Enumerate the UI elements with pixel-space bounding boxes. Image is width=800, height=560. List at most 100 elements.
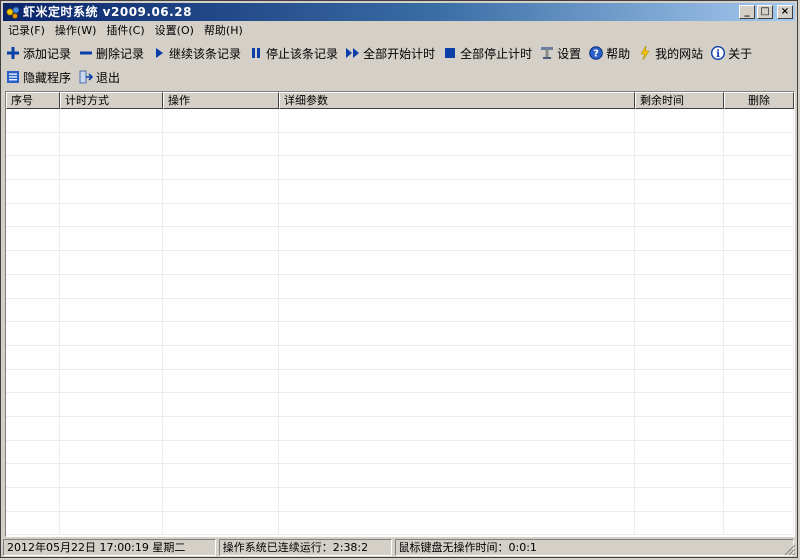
resize-grip-icon[interactable]	[784, 544, 796, 556]
list-empty-cell	[60, 393, 163, 416]
list-empty-cell	[163, 345, 279, 369]
column-header-action[interactable]: 操作	[163, 92, 279, 109]
list-empty-cell	[635, 180, 724, 203]
pause-icon	[249, 46, 263, 60]
list-empty-cell	[635, 109, 724, 132]
list-empty-cell	[279, 251, 635, 274]
list-empty-cell	[6, 511, 60, 535]
menu-settings[interactable]: 设置(O)	[150, 22, 199, 40]
list-empty-cell	[6, 322, 60, 345]
list-empty-cell	[724, 345, 794, 369]
menu-operation[interactable]: 操作(W)	[50, 22, 101, 40]
list-empty-cell	[6, 464, 60, 487]
status-datetime: 2012年05月22日 17:00:19 星期二	[3, 539, 216, 556]
add-record-button[interactable]: 添加记录	[3, 43, 74, 63]
list-empty-cell	[279, 156, 635, 180]
list-empty-cell	[163, 251, 279, 274]
list-empty-cell	[163, 416, 279, 440]
list-empty-cell	[635, 274, 724, 298]
list-empty-cell	[724, 274, 794, 298]
help-label: 帮助	[606, 46, 631, 61]
list-empty-cell	[6, 345, 60, 369]
minus-icon	[79, 46, 93, 60]
plus-icon	[6, 46, 20, 60]
list-empty-cell	[279, 274, 635, 298]
menu-plugin[interactable]: 插件(C)	[101, 22, 149, 40]
main-window: 虾米定时系统 v2009.06.28 _ □ × 记录(F) 操作(W) 插件(…	[0, 0, 798, 558]
column-header-remaining-time[interactable]: 剩余时间	[635, 92, 724, 109]
list-empty-row	[6, 298, 794, 323]
list-empty-row	[6, 180, 794, 204]
list-empty-cell	[163, 511, 279, 535]
lightning-icon	[638, 46, 652, 60]
list-empty-cell	[724, 511, 794, 535]
settings-icon	[540, 46, 554, 60]
list-empty-row	[6, 227, 794, 252]
list-empty-cell	[163, 132, 279, 156]
list-empty-cell	[635, 322, 724, 345]
help-button[interactable]: ? 帮助	[586, 43, 633, 63]
list-empty-cell	[279, 511, 635, 535]
list-empty-cell	[6, 416, 60, 440]
list-empty-cell	[6, 203, 60, 227]
list-empty-cell	[724, 322, 794, 345]
list-empty-cell	[724, 369, 794, 393]
list-empty-cell	[724, 251, 794, 274]
list-empty-cell	[6, 369, 60, 393]
start-all-label: 全部开始计时	[363, 46, 436, 61]
list-empty-cell	[635, 369, 724, 393]
list-empty-cell	[60, 298, 163, 322]
list-empty-cell	[60, 416, 163, 440]
list-empty-cell	[635, 345, 724, 369]
list-empty-cell	[635, 416, 724, 440]
column-header-timing-mode[interactable]: 计时方式	[60, 92, 163, 109]
menu-help[interactable]: 帮助(H)	[199, 22, 248, 40]
list-body	[6, 109, 794, 536]
list-empty-cell	[279, 203, 635, 227]
list-empty-cell	[724, 488, 794, 511]
record-list[interactable]: 序号 计时方式 操作 详细参数 剩余时间 删除	[5, 91, 795, 537]
start-all-button[interactable]: 全部开始计时	[343, 43, 438, 63]
list-empty-cell	[163, 180, 279, 203]
list-empty-cell	[6, 156, 60, 180]
list-empty-cell	[635, 203, 724, 227]
list-empty-cell	[6, 440, 60, 464]
list-empty-row	[6, 322, 794, 346]
list-empty-row	[6, 203, 794, 228]
column-header-index[interactable]: 序号	[6, 92, 60, 109]
app-icon	[6, 6, 20, 19]
maximize-button[interactable]: □	[757, 5, 773, 19]
list-empty-cell	[163, 369, 279, 393]
delete-record-button[interactable]: 删除记录	[76, 43, 147, 63]
list-empty-row	[6, 132, 794, 157]
list-header: 序号 计时方式 操作 详细参数 剩余时间 删除	[6, 92, 794, 109]
close-button[interactable]: ×	[777, 5, 793, 19]
column-header-details[interactable]: 详细参数	[279, 92, 635, 109]
list-empty-cell	[163, 109, 279, 132]
main-toolbar: 添加记录 删除记录 继续该条记录 停止该条记录 全部开始计时 全部停止计时 设置…	[3, 42, 797, 64]
stop-all-button[interactable]: 全部停止计时	[440, 43, 535, 63]
title-bar[interactable]: 虾米定时系统 v2009.06.28 _ □ ×	[3, 3, 795, 21]
list-empty-cell	[279, 298, 635, 322]
list-empty-cell	[60, 156, 163, 180]
list-empty-cell	[635, 227, 724, 251]
list-empty-cell	[6, 227, 60, 251]
exit-button[interactable]: 退出	[76, 67, 123, 87]
about-button[interactable]: i 关于	[708, 43, 755, 63]
list-empty-cell	[279, 416, 635, 440]
continue-record-button[interactable]: 继续该条记录	[149, 43, 244, 63]
column-header-delete[interactable]: 删除	[724, 92, 794, 109]
hide-program-button[interactable]: 隐藏程序	[3, 67, 74, 87]
list-empty-cell	[635, 464, 724, 487]
status-bar: 2012年05月22日 17:00:19 星期二 操作系统已连续运行：2:38:…	[3, 539, 797, 557]
continue-record-label: 继续该条记录	[169, 46, 242, 61]
minimize-button[interactable]: _	[739, 5, 755, 19]
list-empty-cell	[6, 109, 60, 132]
stop-record-button[interactable]: 停止该条记录	[246, 43, 341, 63]
menu-record[interactable]: 记录(F)	[3, 22, 50, 40]
my-website-button[interactable]: 我的网站	[635, 43, 706, 63]
list-empty-cell	[60, 203, 163, 227]
list-empty-cell	[163, 440, 279, 464]
list-empty-row	[6, 274, 794, 299]
settings-button[interactable]: 设置	[537, 43, 584, 63]
